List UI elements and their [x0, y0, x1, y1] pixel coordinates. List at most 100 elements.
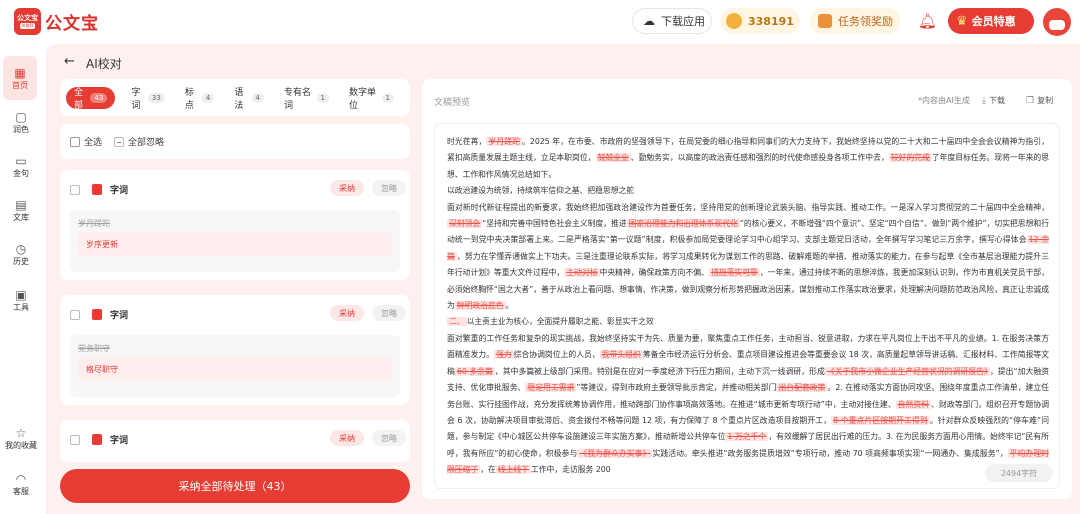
- library-icon: ▤: [15, 198, 27, 212]
- error-highlight[interactable]: 自然资料: [895, 399, 932, 409]
- user-avatar[interactable]: [1043, 8, 1071, 36]
- error-highlight[interactable]: 岁月蹉跎: [486, 137, 522, 146]
- text-run: 综合协调岗位上的人员，: [513, 350, 600, 360]
- coin-icon: [726, 13, 742, 29]
- error-highlight[interactable]: 1 万之千个: [725, 432, 769, 442]
- accept-all-button[interactable]: 采纳全部待处理（43）: [60, 469, 410, 503]
- document-body[interactable]: 时光荏苒， 岁月蹉跎 。2025 年，在市委、市政府的坚强领导下，在局党委的细心指导…: [434, 123, 1060, 489]
- text-run: 工作中，走访服务 200: [530, 465, 611, 475]
- text-run: 中央精神，确保政策方向不偏、: [599, 268, 709, 278]
- vip-offer-button[interactable]: ♛ 会员特惠: [948, 8, 1034, 34]
- tools-icon: ▣: [15, 288, 27, 302]
- document-icon: [92, 434, 102, 445]
- nav-item-history[interactable]: ◷ 历史: [0, 242, 42, 267]
- error-highlight[interactable]: 较好的完成: [888, 153, 932, 163]
- tab-punctuation[interactable]: 标点 4: [181, 87, 219, 111]
- notification-bell-icon[interactable]: 🔔︎: [918, 12, 937, 30]
- text-run: “坚持和完善中国特色社会主义制度，推进: [482, 219, 627, 229]
- brand-name[interactable]: 公文宝: [45, 9, 99, 34]
- nav-item-support[interactable]: ◠ 客服: [0, 472, 42, 497]
- tab-count: 4: [251, 92, 264, 103]
- logo-icon[interactable]: 公文宝 AI推荐: [14, 8, 41, 35]
- task-reward-button[interactable]: 任务领奖励: [810, 8, 900, 34]
- download-app-label: 下载应用: [661, 15, 705, 28]
- accept-button[interactable]: 采纳: [330, 180, 364, 196]
- error-highlight[interactable]: 强力: [493, 350, 514, 360]
- error-highlight[interactable]: 《我为群众办实事》: [577, 448, 653, 458]
- download-icon: ⤓: [982, 95, 986, 106]
- original-word: 党务职守: [78, 344, 110, 353]
- section-number-highlight[interactable]: 二、: [447, 317, 467, 327]
- nav-label: 金句: [13, 169, 29, 178]
- bulk-select-bar: 全选 全部忽略: [60, 124, 410, 159]
- suggestion-card: 字词 采纳 忽略: [60, 420, 410, 462]
- ignore-button[interactable]: 忽略: [372, 180, 406, 196]
- error-highlight[interactable]: 我带头组织: [599, 350, 643, 360]
- headset-icon: ◠: [15, 472, 27, 486]
- category-tabs: 全部 43 字词 33 标点 4 语法 4 专有名词 1 数字单位 1: [60, 79, 410, 116]
- download-label: 下载: [988, 96, 1005, 105]
- text-run: ，其中多篇被上级部门采用。特别是在应对一季度经济下行压力期间，主动下沉一线调研，…: [494, 366, 825, 376]
- ignore-button[interactable]: 忽略: [372, 430, 406, 446]
- tab-label: 数字单位: [348, 87, 376, 111]
- nav-label: 我的收藏: [5, 441, 37, 450]
- tab-proper-nouns[interactable]: 专有名词 1: [280, 87, 333, 111]
- error-highlight[interactable]: 鲜明政治底色: [454, 301, 506, 311]
- tab-label: 字词: [131, 87, 141, 111]
- top-header: 公文宝 AI推荐 公文宝 ☁ 下载应用 338191 任务领奖励 🔔︎ ♛ 会员…: [0, 0, 1080, 44]
- nav-item-home[interactable]: ▦ 首页: [3, 56, 37, 100]
- nav-item-library[interactable]: ▤ 文库: [0, 198, 42, 223]
- copy-label: 复制: [1037, 96, 1054, 105]
- card-checkbox[interactable]: [70, 309, 80, 320]
- accept-button[interactable]: 采纳: [330, 305, 364, 321]
- download-app-button[interactable]: ☁ 下载应用: [632, 8, 712, 34]
- ignore-button[interactable]: 忽略: [372, 305, 406, 321]
- error-highlight[interactable]: 线上线下: [495, 465, 531, 475]
- error-highlight[interactable]: 措施落实可靠: [708, 268, 760, 278]
- tab-grammar[interactable]: 语法 4: [230, 87, 268, 111]
- suggestion-card: 字词 采纳 忽略 岁月蹉跎 岁序更新: [60, 170, 410, 280]
- card-checkbox[interactable]: [70, 184, 80, 195]
- select-all-checkbox[interactable]: 全选: [70, 135, 102, 148]
- tab-all[interactable]: 全部 43: [66, 86, 116, 111]
- error-highlight[interactable]: 出台配套政策: [776, 383, 828, 393]
- nav-item-favorites[interactable]: ☆ 我的收藏: [0, 426, 42, 451]
- nav-item-polish[interactable]: ▢ 润色: [0, 110, 42, 135]
- ai-generated-note: *内容由AI生成: [918, 96, 970, 105]
- card-checkbox[interactable]: [70, 434, 80, 445]
- error-highlight[interactable]: 深刻领会: [447, 219, 483, 229]
- suggested-word: 格尽职守: [78, 357, 392, 381]
- tab-words[interactable]: 字词 33: [127, 87, 168, 111]
- checkbox-icon: [114, 136, 125, 147]
- tab-number-units[interactable]: 数字单位 1: [345, 87, 398, 111]
- vip-offer-label: 会员特惠: [971, 15, 1016, 28]
- ignore-all-checkbox[interactable]: 全部忽略: [114, 135, 164, 148]
- back-arrow-icon[interactable]: ←: [64, 54, 75, 69]
- error-highlight[interactable]: 主动对标: [564, 268, 600, 278]
- side-nav: ▦ 首页 ▢ 润色 ▭ 金句 ▤ 文库 ◷ 历史 ▣ 工具 ☆ 我的收藏 ◠ 客…: [0, 44, 42, 514]
- copy-button[interactable]: ❐ 复制: [1026, 95, 1053, 106]
- logo-text: 公文宝: [17, 14, 38, 22]
- tab-label: 语法: [234, 87, 244, 111]
- tab-label: 全部: [74, 87, 84, 111]
- error-highlight[interactable]: 国家治理能力和治理体系现代化: [626, 219, 740, 229]
- nav-item-quotes[interactable]: ▭ 金句: [0, 154, 42, 179]
- error-highlight[interactable]: 稳定用工需求: [525, 383, 577, 393]
- accept-button[interactable]: 采纳: [330, 430, 364, 446]
- error-highlight[interactable]: 60 多余篇: [454, 366, 495, 376]
- nav-label: 历史: [13, 257, 29, 266]
- text-run: 实践活动。牵头推进“政务服务提质增效”专项行动，推动 70 项高频事项实现“一网…: [652, 448, 1008, 458]
- error-highlight[interactable]: 兢兢业业: [595, 153, 631, 163]
- error-highlight[interactable]: 《关于我市小微企业生产经营状况的调研报告》: [824, 366, 990, 376]
- text-run: 、勤勉务实，以高度的政治责任感和强烈的时代使命感投身各项工作中去，: [630, 153, 889, 163]
- cloud-download-icon: ☁: [643, 14, 655, 28]
- coin-balance[interactable]: 338191: [720, 8, 800, 34]
- download-button[interactable]: ⤓ 下载: [982, 95, 1005, 106]
- task-reward-label: 任务领奖励: [838, 15, 893, 28]
- section-heading: 以政治建设为统领，持续筑牢信仰之基、把稳思想之舵: [447, 186, 635, 196]
- nav-item-tools[interactable]: ▣ 工具: [0, 288, 42, 313]
- suggested-word: 岁序更新: [78, 232, 392, 256]
- text-run: 。: [505, 301, 514, 311]
- error-highlight[interactable]: 8 个重点片区按期开工得到: [831, 415, 930, 425]
- nav-label: 首页: [12, 80, 28, 90]
